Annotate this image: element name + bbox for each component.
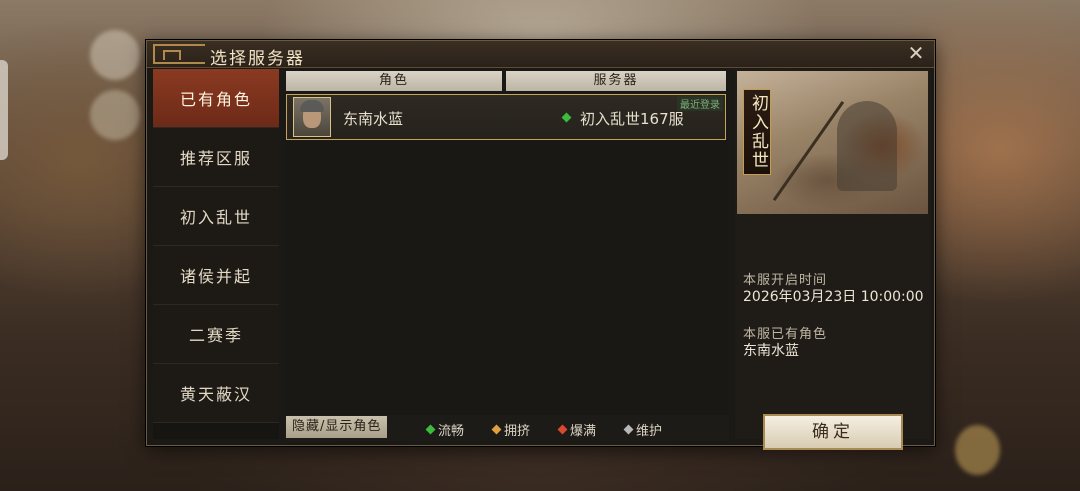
legend-label: 流畅 xyxy=(438,424,465,439)
status-crowded-icon xyxy=(491,424,502,435)
dialog-title: 选择服务器 xyxy=(210,49,305,69)
status-maintenance-icon xyxy=(623,424,634,435)
nav-item-existing-roles[interactable]: 已有角色 xyxy=(153,69,279,128)
banner-rider-shape xyxy=(837,101,897,191)
recent-login-badge: 最近登录 xyxy=(677,96,723,111)
server-name-cell: 初入乱世167服 xyxy=(561,108,684,129)
banner-spear-shape xyxy=(772,100,845,202)
character-table: 角色 服务器 东南水蓝 初入乱世167服 最近登录 xyxy=(285,69,729,415)
legend-label: 爆满 xyxy=(570,424,597,439)
background-blob xyxy=(90,30,140,80)
status-smooth-icon xyxy=(561,112,572,123)
character-portrait-icon xyxy=(293,97,331,137)
nav-item-label: 初入乱世 xyxy=(179,208,252,227)
nav-item-recommended[interactable]: 推荐区服 xyxy=(153,128,279,187)
existing-role-value: 东南水蓝 xyxy=(743,343,799,359)
dialog-titlebar: 选择服务器 ✕ xyxy=(147,41,934,69)
nav-item-chaos-beginning[interactable]: 初入乱世 xyxy=(153,187,279,246)
legend-item-full: 爆满 xyxy=(557,420,597,439)
legend-label: 拥挤 xyxy=(504,424,531,439)
toggle-roles-button[interactable]: 隐藏/显示角色 xyxy=(286,416,388,438)
server-category-nav: 已有角色 推荐区服 初入乱世 诸侯并起 二赛季 黄天蔽汉 xyxy=(153,69,279,439)
character-name: 东南水蓝 xyxy=(343,110,404,128)
server-info-panel: 初入乱世 本服开启时间 2026年03月23日 10:00:00 本服已有角色 … xyxy=(735,69,930,450)
nav-item-yellow-sky[interactable]: 黄天蔽汉 xyxy=(153,364,279,423)
legend-item-maintenance: 维护 xyxy=(623,420,663,439)
open-time-value: 2026年03月23日 10:00:00 xyxy=(743,289,924,305)
close-icon[interactable]: ✕ xyxy=(906,43,926,63)
background-blob xyxy=(90,90,140,140)
side-drawer-handle[interactable] xyxy=(0,60,8,160)
column-header-server: 服务器 xyxy=(506,71,726,91)
legend-label: 维护 xyxy=(636,424,663,439)
server-name: 初入乱世167服 xyxy=(580,110,684,128)
status-full-icon xyxy=(557,424,568,435)
server-banner-title: 初入乱世 xyxy=(743,89,771,175)
nav-item-label: 推荐区服 xyxy=(179,149,252,168)
confirm-button[interactable]: 确定 xyxy=(763,414,903,450)
nav-item-label: 诸侯并起 xyxy=(179,267,252,286)
server-banner-image: 初入乱世 xyxy=(737,71,928,214)
nav-item-label: 黄天蔽汉 xyxy=(179,385,252,404)
table-row[interactable]: 东南水蓝 初入乱世167服 最近登录 xyxy=(286,94,726,140)
nav-item-label: 二赛季 xyxy=(188,326,243,345)
title-ornament-icon xyxy=(153,44,205,64)
column-header-role: 角色 xyxy=(286,71,502,91)
legend-item-smooth: 流畅 xyxy=(425,420,465,439)
nav-item-lords-rise[interactable]: 诸侯并起 xyxy=(153,246,279,305)
nav-item-season-two[interactable]: 二赛季 xyxy=(153,305,279,364)
portrait-helmet xyxy=(300,100,324,112)
server-select-dialog: 选择服务器 ✕ 已有角色 推荐区服 初入乱世 诸侯并起 二赛季 黄天蔽汉 角色 … xyxy=(146,40,935,450)
status-smooth-icon xyxy=(425,424,436,435)
status-legend: 隐藏/显示角色 流畅 拥挤 爆满 维护 xyxy=(285,415,729,441)
legend-item-crowded: 拥挤 xyxy=(491,420,531,439)
nav-item-label: 已有角色 xyxy=(179,90,252,109)
background-blob xyxy=(955,425,1000,475)
